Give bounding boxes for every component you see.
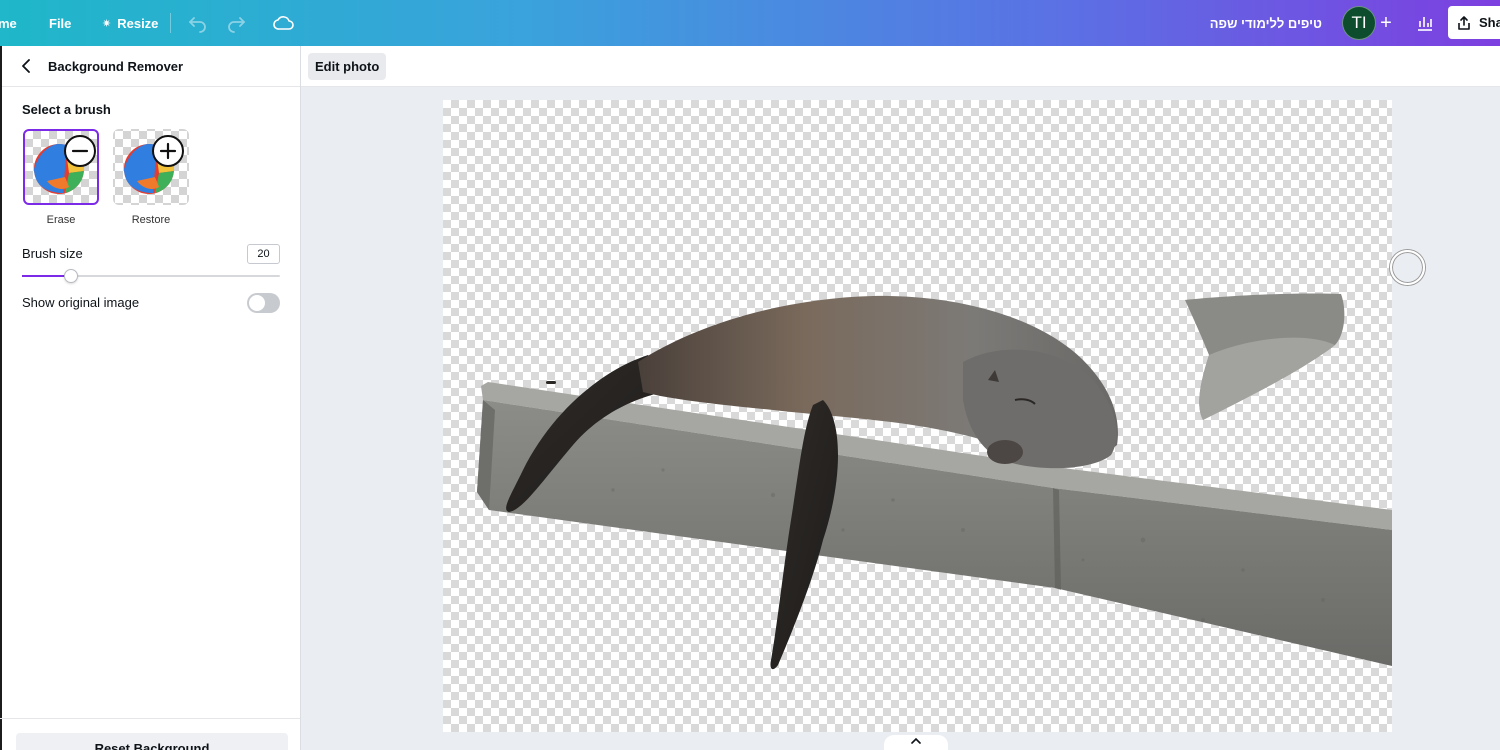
brush-size-slider-handle[interactable] (64, 269, 79, 283)
cloud-save-icon[interactable] (272, 11, 296, 35)
redo-icon[interactable] (224, 11, 248, 35)
share-label: Sha (1479, 15, 1500, 30)
brush-size-slider[interactable] (22, 269, 280, 283)
toolbar-divider (170, 13, 171, 33)
panel-footer: Reset Background (0, 718, 300, 750)
insights-icon[interactable] (1413, 11, 1437, 35)
photo-canvas[interactable] (443, 100, 1392, 732)
brush-cursor (1390, 250, 1425, 285)
erase-brush-button[interactable]: Erase (23, 129, 99, 226)
brush-size-input[interactable]: 20 (247, 244, 280, 264)
home-button[interactable]: me (0, 0, 17, 46)
avatar[interactable]: TI (1342, 6, 1376, 40)
project-name[interactable]: טיפים ללימודי שפה (1210, 0, 1322, 46)
resize-label: Resize (117, 15, 159, 31)
top-bar: me File ✷ Resize טיפים ללימודי שפה TI + … (0, 0, 1500, 46)
show-original-label: Show original image (22, 295, 140, 310)
panel-title: Background Remover (48, 58, 184, 74)
restore-brush-thumbnail (113, 129, 189, 205)
panel-header: Background Remover (0, 46, 300, 87)
add-member-icon[interactable]: + (1374, 11, 1398, 35)
restore-brush-button[interactable]: Restore (113, 129, 189, 226)
share-button[interactable]: Sha (1448, 6, 1500, 39)
file-menu-button[interactable]: File (49, 0, 71, 46)
restore-brush-label: Restore (131, 214, 171, 226)
sparkle-icon: ✷ (102, 17, 112, 30)
share-icon (1458, 15, 1470, 30)
undo-icon[interactable] (186, 11, 210, 35)
chevron-up-icon (911, 737, 921, 744)
resize-button[interactable]: ✷ Resize (102, 0, 158, 46)
photo-image (477, 293, 1392, 670)
edit-toolbar: Edit photo (301, 46, 1500, 87)
select-brush-label: Select a brush (22, 102, 111, 117)
edit-photo-button[interactable]: Edit photo (308, 53, 387, 80)
erase-brush-thumbnail (23, 129, 99, 205)
collapse-pages-button[interactable] (884, 735, 948, 750)
erase-brush-label: Erase (46, 214, 76, 226)
background-remover-panel: Background Remover Select a brush Erase (0, 46, 301, 750)
back-icon[interactable] (18, 58, 34, 74)
reset-background-button[interactable]: Reset Background (16, 733, 288, 750)
brush-size-label: Brush size (22, 246, 83, 261)
show-original-toggle[interactable] (247, 293, 280, 313)
